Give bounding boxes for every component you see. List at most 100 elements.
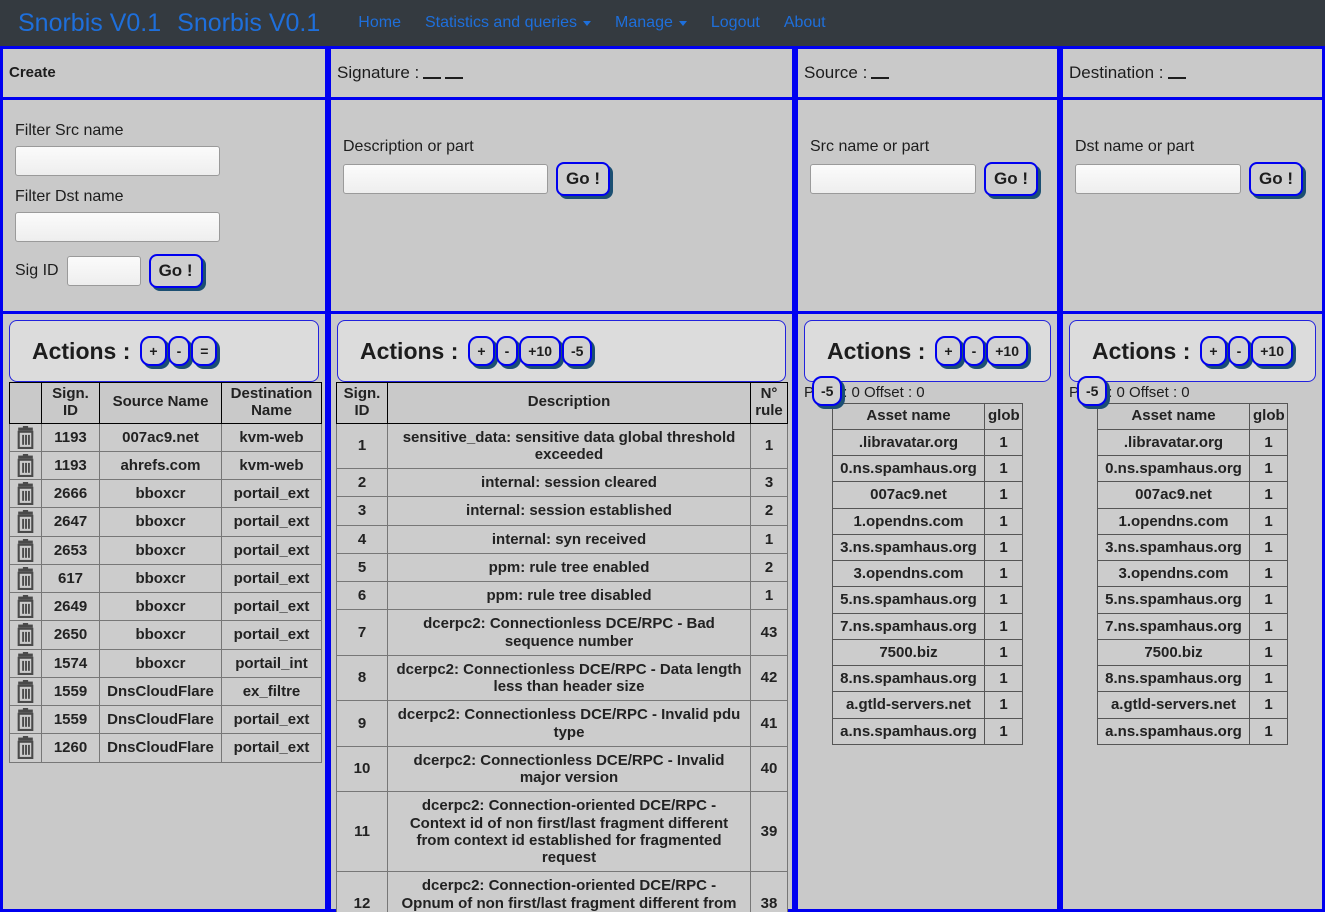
sig-col-rule: N° rule [750,382,788,424]
delete-cell[interactable] [9,733,42,763]
flow-table-body: 1193 007ac9.net kvm-web 1193 ahrefs.com kvm-w… [9,422,322,763]
delete-cell[interactable] [9,535,42,565]
flow-action-equals[interactable]: = [191,336,218,366]
signature-action-plus10[interactable]: +10 [519,336,561,366]
table-row: a.gtld-servers.net 1 [832,691,1023,719]
src-col-glob: glob [984,403,1023,430]
nav-link-manage[interactable]: Manage [603,6,699,40]
signature-panel-title: Signature : [331,49,792,100]
trash-icon[interactable] [15,425,36,449]
trash-icon[interactable] [15,453,36,477]
nav-links: Home Statistics and queries Manage Logout Ab… [346,6,837,40]
flow-action-minus[interactable]: - [167,336,191,366]
flow-col-destination: Destination Name [221,382,322,424]
cell-destination: portail_ext [221,507,322,537]
signature-search-panel: Signature : Description or part Go ! [328,46,795,314]
delete-cell[interactable] [9,563,42,594]
cell-asset-name: 5.ns.spamhaus.org [1097,586,1250,614]
trash-icon[interactable] [15,623,36,647]
cell-glob: 1 [984,612,1023,640]
cell-destination: portail_ext [221,535,322,565]
src-search-input[interactable] [810,164,976,194]
delete-cell[interactable] [9,705,42,735]
trash-icon[interactable] [15,679,36,703]
cell-description: ppm: rule tree disabled [387,581,751,611]
delete-cell[interactable] [9,648,42,678]
destination-action-plus10[interactable]: +10 [1251,336,1293,366]
dst-go-button[interactable]: Go ! [1249,162,1303,196]
table-row: 3.ns.spamhaus.org 1 [832,533,1023,562]
table-row: 1260 DnsCloudFlare portail_ext [9,733,322,763]
brand-logo-primary[interactable]: Snorbis V0.1 [10,9,169,38]
signature-action-minus5[interactable]: -5 [562,336,593,366]
source-action-plus[interactable]: + [935,336,962,366]
nav-link-label: Manage [615,14,673,31]
filter-src-input[interactable] [15,146,220,176]
signature-action-minus[interactable]: - [495,336,519,366]
table-row: 2666 bboxcr portail_ext [9,479,322,509]
cell-description: dcerpc2: Connection-oriented DCE/RPC - C… [387,791,751,873]
brand-logo-secondary[interactable]: Snorbis V0.1 [169,9,328,38]
signature-action-plus[interactable]: + [468,336,495,366]
delete-cell[interactable] [9,592,42,622]
destination-minus5-button[interactable]: -5 [1077,376,1108,406]
cell-glob: 1 [984,507,1023,535]
description-search-input[interactable] [343,164,548,194]
cell-asset-name: 1.opendns.com [1097,507,1250,535]
flow-action-plus[interactable]: + [140,336,167,366]
trash-icon[interactable] [15,510,36,534]
delete-cell[interactable] [9,479,42,509]
cell-sign-id: 1559 [41,676,100,707]
nav-link-about[interactable]: About [772,6,838,40]
signature-action-buttons: + - +10 -5 [468,336,593,366]
source-panel-body: Src name or part Go ! [798,100,1057,311]
source-actions-bar: Actions : + - +10 [804,320,1051,382]
nav-link-logout[interactable]: Logout [699,6,772,40]
nav-link-label: Home [358,14,401,31]
trash-icon[interactable] [15,538,36,562]
cell-sign-id: 11 [336,791,388,873]
table-row: 007ac9.net 1 [1097,481,1288,509]
destination-blank-1 [1167,67,1186,79]
delete-cell[interactable] [9,620,42,650]
cell-asset-name: 007ac9.net [1097,481,1250,509]
trash-icon[interactable] [15,708,36,732]
dst-search-input[interactable] [1075,164,1241,194]
sigid-go-button[interactable]: Go ! [148,254,203,288]
delete-cell[interactable] [9,422,42,452]
nav-link-statistics-and-queries[interactable]: Statistics and queries [413,6,603,40]
trash-icon[interactable] [15,595,36,619]
trash-icon[interactable] [15,566,36,590]
source-action-minus[interactable]: - [962,336,986,366]
destination-action-plus[interactable]: + [1200,336,1227,366]
cell-sign-id: 1559 [41,705,100,735]
table-row: 8.ns.spamhaus.org 1 [832,665,1023,693]
description-go-button[interactable]: Go ! [556,162,610,196]
src-search-label: Src name or part [810,138,930,155]
flow-col-delete [9,382,42,424]
sigid-input[interactable] [66,256,141,286]
trash-icon[interactable] [15,482,36,506]
src-go-button[interactable]: Go ! [984,162,1038,196]
delete-cell[interactable] [9,676,42,707]
destination-search-panel: Destination : Dst name or part Go ! [1060,46,1325,314]
source-action-plus10[interactable]: +10 [986,336,1028,366]
trash-icon[interactable] [15,736,36,760]
cell-rule: 39 [750,791,788,873]
destination-actions-label: Actions : [1092,337,1191,364]
nav-link-home[interactable]: Home [346,6,413,40]
trash-icon[interactable] [15,651,36,675]
filter-dst-input[interactable] [15,212,220,242]
signature-actions-label: Actions : [360,337,459,364]
destination-action-minus[interactable]: - [1227,336,1251,366]
cell-description: internal: session established [387,496,751,526]
cell-glob: 1 [984,428,1023,457]
source-minus5-button[interactable]: -5 [812,376,843,406]
cell-description: dcerpc2: Connectionless DCE/RPC - Invali… [387,700,751,747]
destination-panel-title: Destination : [1063,49,1322,100]
cell-destination: kvm-web [221,422,322,452]
delete-cell[interactable] [9,450,42,481]
delete-cell[interactable] [9,507,42,537]
cell-sign-id: 8 [336,654,388,702]
cell-destination: ex_filtre [221,676,322,707]
